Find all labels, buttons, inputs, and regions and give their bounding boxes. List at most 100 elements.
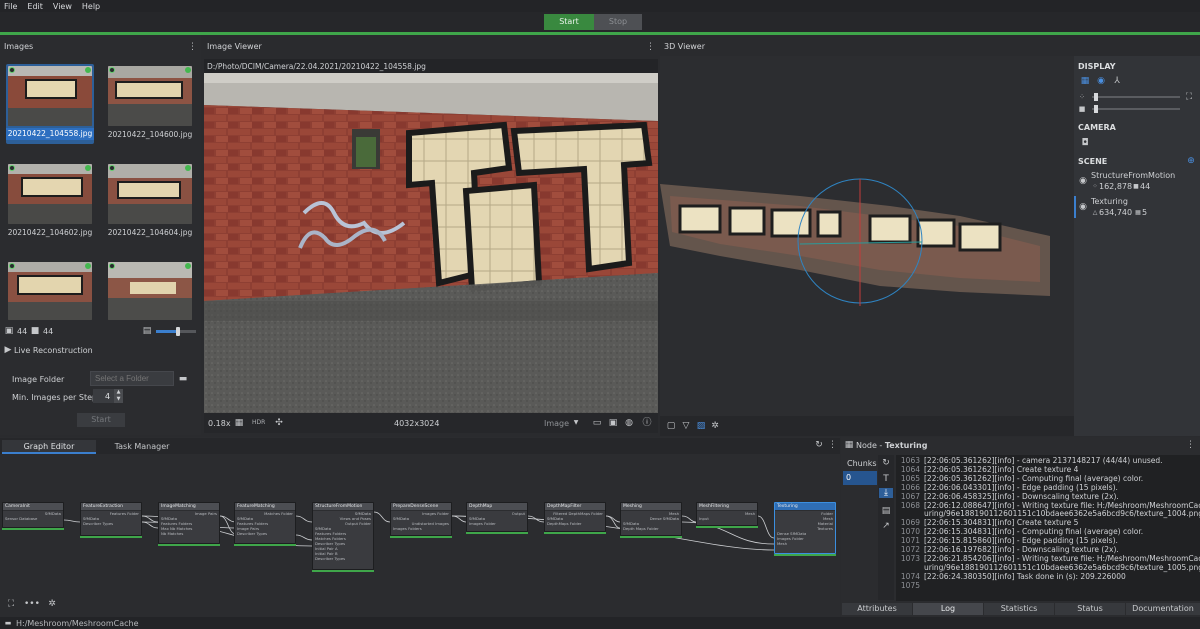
main-image[interactable] — [204, 73, 658, 413]
image-folder-input[interactable] — [90, 371, 174, 386]
axis-icon[interactable]: ⅄ — [1112, 76, 1122, 86]
checker-icon[interactable]: ▦ — [234, 418, 244, 428]
open-external-icon[interactable]: ↗ — [881, 521, 891, 531]
info-icon[interactable]: ⓘ — [642, 418, 652, 428]
menu-file[interactable]: File — [4, 2, 17, 11]
3d-viewport[interactable] — [660, 56, 1074, 416]
live-reconstruction-label[interactable]: Live Reconstruction — [14, 346, 93, 355]
add-media-icon[interactable]: ⊕ — [1186, 156, 1196, 166]
node-imagematching[interactable]: ImageMatching Image Pairs SfMData Featur… — [158, 502, 220, 544]
globe-icon[interactable]: ◍ — [624, 418, 634, 428]
chevron-down-icon[interactable]: ▼ — [572, 418, 580, 428]
tab-log[interactable]: Log — [913, 603, 983, 615]
camera-section-title: CAMERA — [1078, 123, 1116, 132]
start-button[interactable]: Start — [544, 14, 594, 30]
thumbnail-5[interactable] — [6, 260, 94, 322]
thumbnail-1[interactable]: 20210422_104558.jpg — [6, 64, 94, 144]
live-start-button[interactable]: Start — [77, 413, 125, 427]
chunk-item[interactable]: 0 — [843, 471, 877, 485]
node-structurefrommotion[interactable]: StructureFromMotion SfMData Views and Po… — [312, 502, 374, 570]
tab-documentation[interactable]: Documentation — [1126, 603, 1200, 615]
tab-task-manager[interactable]: Task Manager — [96, 440, 188, 454]
scene-item-texturing[interactable]: ◉ Texturing △ 634,740 ▦ 5 — [1074, 194, 1200, 220]
panorama-icon[interactable]: ▭ — [592, 418, 602, 428]
menu-help[interactable]: Help — [82, 2, 100, 11]
node-featureextraction[interactable]: FeatureExtraction Features Folder SfMDat… — [80, 502, 142, 536]
gear-icon[interactable]: ✲ — [47, 599, 57, 609]
node-meshing[interactable]: Meshing Mesh Dense SfMData SfMData Depth… — [620, 502, 682, 536]
status-bar: ▬ H:/Meshroom/MeshroomCache — [0, 617, 1200, 629]
node-camerainit[interactable]: CameraInit SfMData Sensor Database — [2, 502, 64, 528]
node-port[interactable]: Mesh — [775, 541, 835, 546]
images-menu-icon[interactable]: ⋮ — [188, 42, 197, 52]
node-preparedensescene[interactable]: PrepareDenseScene Images Folder SfMData … — [390, 502, 452, 536]
thumbnail-2[interactable]: 20210422_104600.jpg — [106, 64, 194, 144]
thumbnail-6[interactable] — [106, 260, 194, 322]
stepper-arrows-icon[interactable]: ▲ ▼ — [114, 389, 123, 403]
settings-icon[interactable]: ✲ — [710, 421, 720, 431]
node-status-bar — [2, 528, 64, 530]
layers-icon[interactable]: ▣ — [608, 418, 618, 428]
texture-toggle-icon[interactable]: ▨ — [696, 421, 706, 431]
triangles-icon: △ — [1092, 209, 1098, 216]
copy-icon[interactable]: ▤ — [881, 506, 891, 516]
thumbnail-3[interactable]: 20210422_104602.jpg — [6, 162, 94, 242]
menu-edit[interactable]: Edit — [27, 2, 43, 11]
image-mode-select[interactable]: Image — [544, 419, 569, 428]
thumbnail-size-slider[interactable] — [156, 327, 196, 336]
graph-menu-icon[interactable]: ⋮ — [828, 440, 837, 450]
tab-statistics[interactable]: Statistics — [984, 603, 1054, 615]
menu-view[interactable]: View — [53, 2, 72, 11]
text-icon[interactable]: T — [881, 474, 891, 484]
grid-icon[interactable]: ▦ — [1080, 76, 1090, 86]
filter-icon[interactable]: ▽ — [681, 421, 691, 431]
3d-viewer-title: 3D Viewer — [664, 42, 705, 51]
tab-attributes[interactable]: Attributes — [842, 603, 912, 615]
hdr-toggle[interactable]: HDR — [252, 419, 265, 426]
node-port[interactable]: Images Folders — [391, 526, 451, 531]
more-icon[interactable]: ••• — [24, 599, 40, 609]
node-port[interactable]: DepthMaps Folder — [545, 521, 605, 526]
node-panel-expand-icon[interactable]: ▦ — [844, 440, 854, 450]
node-port[interactable]: Describer Types — [81, 521, 141, 526]
camera-icon[interactable]: ◘ — [1080, 138, 1090, 148]
eye-icon[interactable]: ◉ — [1078, 176, 1088, 186]
node-meshfiltering[interactable]: MeshFiltering Mesh Input — [696, 502, 758, 526]
image-viewer-menu-icon[interactable]: ⋮ — [646, 42, 655, 52]
min-images-stepper[interactable]: 4 ▲ ▼ — [93, 389, 123, 403]
node-panel-title: Node - Texturing — [856, 441, 927, 450]
node-panel-menu-icon[interactable]: ⋮ — [1186, 440, 1195, 450]
expand-arrow-icon[interactable]: ▶ — [4, 345, 12, 355]
stop-button[interactable]: Stop — [594, 14, 642, 30]
node-port[interactable]: Sensor Database — [3, 516, 63, 521]
node-depthmapfilter[interactable]: DepthMapFilter Filtered DepthMaps Folder… — [544, 502, 606, 532]
fit-view-icon[interactable]: ⛶ — [6, 599, 16, 609]
reconstructed-dot-icon — [185, 263, 191, 269]
autoscroll-icon[interactable]: ⤓ — [879, 488, 893, 498]
bbox-icon[interactable]: ▢ — [666, 421, 676, 431]
node-featurematching[interactable]: FeatureMatching Matches Folder SfMData F… — [234, 502, 296, 544]
node-port[interactable]: Input — [697, 516, 757, 521]
images-panel-title: Images — [4, 42, 34, 51]
point-size-slider[interactable] — [1092, 93, 1180, 101]
node-texturing[interactable]: Texturing Folder Mesh Material Textures … — [774, 502, 836, 554]
reload-icon[interactable]: ↻ — [881, 458, 891, 468]
refresh-icon[interactable]: ↻ — [814, 440, 824, 450]
node-port[interactable]: Describer Types — [235, 531, 295, 536]
node-depthmap[interactable]: DepthMap Output SfMData Images Folder — [466, 502, 528, 532]
scene-item-sfm[interactable]: ◉ StructureFromMotion ⁘ 162,878 ■ 44 — [1074, 168, 1200, 194]
thumbnail-4[interactable]: 20210422_104604.jpg — [106, 162, 194, 242]
node-port[interactable]: Nb Matches — [159, 531, 219, 536]
gizmo-icon[interactable]: ◉ — [1096, 76, 1106, 86]
color-picker-icon[interactable]: ✣ — [274, 418, 284, 428]
fit-icon[interactable]: ⛶ — [1184, 92, 1194, 102]
folder-icon[interactable]: ▬ — [177, 374, 189, 384]
tab-graph-editor[interactable]: Graph Editor — [2, 440, 96, 454]
tab-status[interactable]: Status — [1055, 603, 1125, 615]
node-port[interactable]: Describer Types — [313, 556, 373, 561]
node-port[interactable]: Depth Maps Folder — [621, 526, 681, 531]
camera-scale-slider[interactable] — [1092, 105, 1180, 113]
eye-icon[interactable]: ◉ — [1078, 202, 1088, 212]
log-view[interactable]: 1063 [22:06:05.361262][info] - camera 213… — [896, 455, 1200, 601]
node-port[interactable]: Images Folder — [467, 521, 527, 526]
